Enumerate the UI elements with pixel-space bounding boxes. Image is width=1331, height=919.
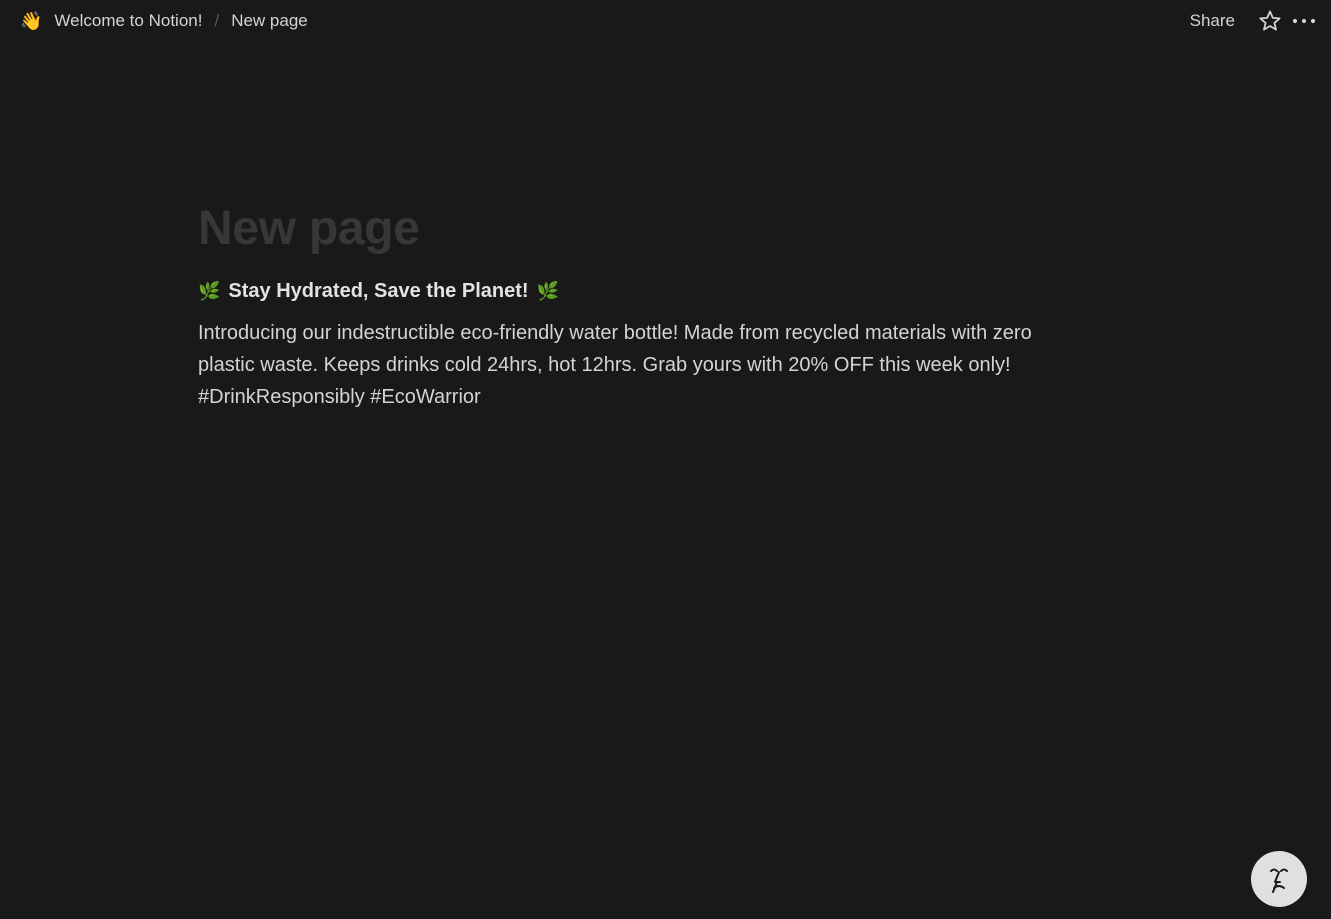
page-title[interactable]: New page	[198, 200, 1118, 258]
notion-ai-button[interactable]	[1251, 851, 1307, 907]
promo-heading-text: Stay Hydrated, Save the Planet!	[228, 279, 529, 302]
more-horizontal-icon	[1292, 18, 1316, 24]
breadcrumb: 👋 Welcome to Notion! / New page	[14, 7, 314, 35]
breadcrumb-page-label: New page	[231, 11, 308, 30]
herb-icon: 🌿	[198, 281, 221, 302]
herb-icon: 🌿	[536, 281, 559, 302]
breadcrumb-page[interactable]: New page	[225, 7, 314, 35]
notion-ai-face-icon	[1270, 868, 1288, 893]
promo-hashtags: #DrinkResponsibly #EcoWarrior	[198, 385, 481, 408]
star-icon	[1259, 10, 1281, 31]
promo-body-line: Introducing our indestructible eco-frien…	[198, 321, 1032, 344]
waving-hand-icon: 👋	[20, 11, 43, 31]
breadcrumb-workspace[interactable]: 👋 Welcome to Notion!	[14, 7, 208, 35]
breadcrumb-separator: /	[214, 11, 220, 30]
more-options-button[interactable]	[1287, 6, 1321, 36]
breadcrumb-workspace-label: Welcome to Notion!	[54, 11, 203, 30]
promo-body-line: plastic waste. Keeps drinks cold 24hrs, …	[198, 353, 1011, 376]
share-button[interactable]: Share	[1182, 7, 1243, 35]
favorite-button[interactable]	[1253, 6, 1287, 36]
top-bar: 👋 Welcome to Notion! / New page Share	[0, 0, 1331, 42]
topbar-actions: Share	[1182, 6, 1321, 36]
promo-body[interactable]: Introducing our indestructible eco-frien…	[198, 317, 1118, 413]
promo-heading[interactable]: 🌿 Stay Hydrated, Save the Planet! 🌿	[198, 280, 1118, 303]
page-content: New page 🌿 Stay Hydrated, Save the Plane…	[198, 200, 1118, 413]
